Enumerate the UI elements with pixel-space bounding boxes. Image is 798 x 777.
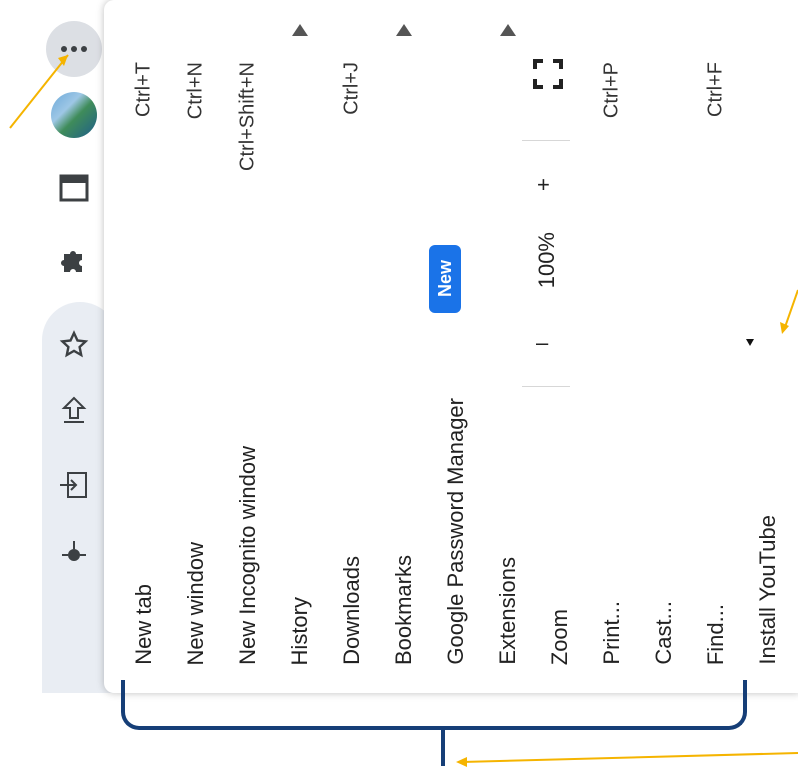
annotation-arrowhead: [780, 322, 789, 334]
annotation-arrowhead: [456, 757, 467, 767]
annotation-bracket: [121, 680, 747, 730]
annotation-arrow: [9, 54, 69, 129]
annotation-bracket-tip: [441, 726, 445, 766]
annotation-overlay: [9, 54, 798, 767]
annotation-arrow: [783, 289, 798, 331]
annotation-arrow: [461, 752, 798, 763]
